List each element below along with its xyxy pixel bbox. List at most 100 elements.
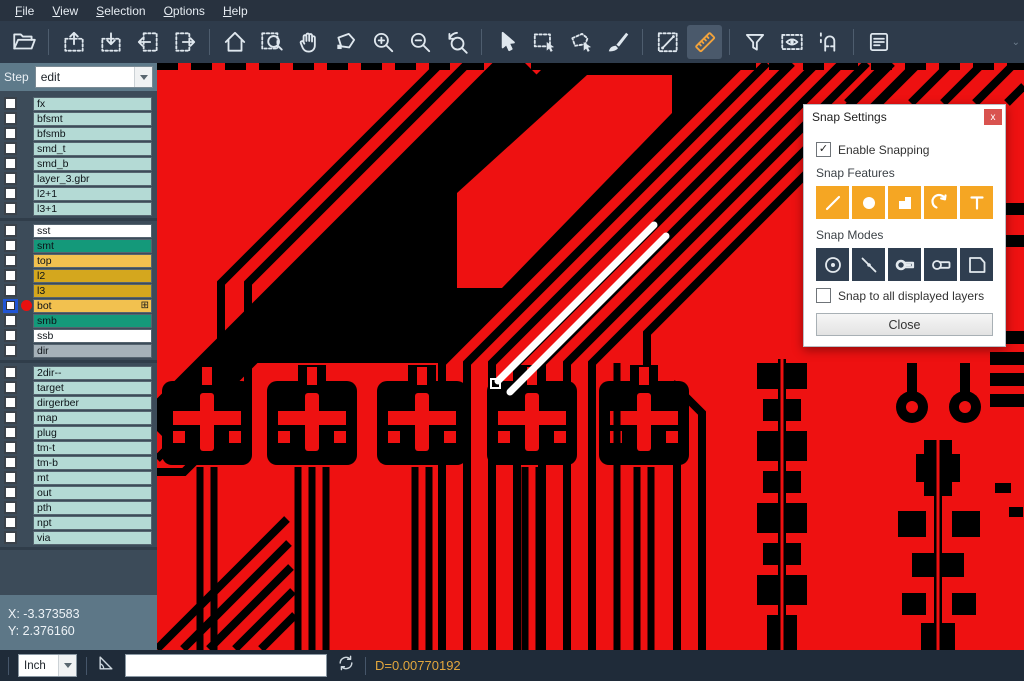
layer-name[interactable]: dirgerber [33,396,152,410]
measure-line-button[interactable] [650,25,685,59]
layer-name[interactable]: bfsmb [33,127,152,141]
layer-visibility-checkbox[interactable] [0,486,20,499]
import-up-button[interactable] [56,25,91,59]
paint-brush-button[interactable] [600,25,635,59]
layer-visibility-checkbox[interactable] [0,366,20,379]
layer-row-bfsmt[interactable]: bfsmt [0,111,157,126]
layer-row-l2[interactable]: l2 [0,268,157,283]
layer-row-tm-b[interactable]: tm-b [0,455,157,470]
layer-row-smd_t[interactable]: smd_t [0,141,157,156]
layer-row-dirgerber[interactable]: dirgerber [0,395,157,410]
layer-visibility-checkbox[interactable] [0,187,20,200]
layer-row-tm-t[interactable]: tm-t [0,440,157,455]
layer-name[interactable]: map [33,411,152,425]
layer-visibility-checkbox[interactable] [0,172,20,185]
layer-visibility-checkbox[interactable] [0,127,20,140]
layer-name[interactable]: smt [33,239,152,253]
layer-name[interactable]: 2dir-- [33,366,152,380]
snap-mode-slot-filled-button[interactable] [888,248,921,281]
layer-name[interactable]: sst [33,224,152,238]
layer-visibility-checkbox[interactable] [0,396,20,409]
layer-name[interactable]: bot⊞ [33,299,152,313]
snap-mode-closest-point-button[interactable] [852,248,885,281]
import-right-button[interactable] [167,25,202,59]
layer-name[interactable]: mt [33,471,152,485]
zoom-previous-button[interactable] [439,25,474,59]
filter-button[interactable] [737,25,772,59]
layer-row-ssb[interactable]: ssb [0,328,157,343]
layer-row-2dir--[interactable]: 2dir-- [0,365,157,380]
zoom-in-button[interactable] [365,25,400,59]
layer-row-pth[interactable]: pth [0,500,157,515]
sync-icon[interactable] [336,653,356,678]
snap-dialog-titlebar[interactable]: Snap Settings x [804,105,1005,129]
layer-visibility-checkbox[interactable] [0,97,20,110]
layer-row-mt[interactable]: mt [0,470,157,485]
snap-mode-contour-button[interactable] [960,248,993,281]
layer-visibility-checkbox[interactable] [0,112,20,125]
layer-name[interactable]: top [33,254,152,268]
menu-file[interactable]: File [6,2,43,20]
toolbar-overflow-chevron[interactable]: ⌄ [1012,37,1020,48]
layer-name[interactable]: via [33,531,152,545]
layer-row-target[interactable]: target [0,380,157,395]
layer-name[interactable]: npt [33,516,152,530]
layer-visibility-checkbox[interactable] [0,314,20,327]
layer-name[interactable]: smd_b [33,157,152,171]
view-eye-button[interactable] [774,25,809,59]
menu-selection[interactable]: Selection [87,2,154,20]
layer-row-dir[interactable]: dir [0,343,157,358]
unit-dropdown[interactable]: Inch [18,654,77,677]
menu-help[interactable]: Help [214,2,257,20]
layer-visibility-checkbox[interactable] [0,224,20,237]
layer-visibility-checkbox[interactable] [0,516,20,529]
layer-name[interactable]: fx [33,97,152,111]
layer-name[interactable]: l3 [33,284,152,298]
close-button[interactable]: Close [816,313,993,336]
layer-row-l3+1[interactable]: l3+1 [0,201,157,216]
layer-row-bfsmb[interactable]: bfsmb [0,126,157,141]
layer-visibility-checkbox[interactable] [0,329,20,342]
layer-visibility-checkbox[interactable] [0,441,20,454]
layer-row-plug[interactable]: plug [0,425,157,440]
select-rectangle-button[interactable] [526,25,561,59]
snap-mode-slot-outline-button[interactable] [924,248,957,281]
layer-row-via[interactable]: via [0,530,157,545]
layer-row-layer_3.gbr[interactable]: layer_3.gbr [0,171,157,186]
ruler-button[interactable] [687,25,722,59]
layer-visibility-checkbox[interactable] [0,239,20,252]
layer-name[interactable]: smb [33,314,152,328]
layer-visibility-checkbox[interactable] [0,202,20,215]
layer-visibility-checkbox[interactable] [0,456,20,469]
layer-visibility-checkbox[interactable] [0,381,20,394]
step-dropdown[interactable]: edit [35,66,153,88]
snap-feature-line-button[interactable] [816,186,849,219]
layer-name[interactable]: tm-b [33,456,152,470]
layer-visibility-checkbox[interactable] [0,284,20,297]
snap-mode-center-button[interactable] [816,248,849,281]
layer-visibility-checkbox[interactable] [0,531,20,544]
pcb-canvas[interactable]: Snap Settings x ✓ Enable Snapping Snap F… [157,63,1024,650]
layer-name[interactable]: plug [33,426,152,440]
layer-name[interactable]: target [33,381,152,395]
layer-name[interactable]: l3+1 [33,202,152,216]
menu-options[interactable]: Options [155,2,214,20]
layer-visibility-checkbox[interactable] [0,344,20,357]
home-view-button[interactable] [217,25,252,59]
close-icon[interactable]: x [984,109,1002,125]
snap-all-layers-row[interactable]: Snap to all displayed layers [816,288,993,303]
layer-row-top[interactable]: top [0,253,157,268]
snap-feature-text-button[interactable] [960,186,993,219]
snap-feature-arc-button[interactable] [924,186,957,219]
layer-visibility-checkbox[interactable] [0,426,20,439]
zoom-out-button[interactable] [402,25,437,59]
enable-snapping-checkbox[interactable]: ✓ [816,142,831,157]
select-cursor-button[interactable] [489,25,524,59]
layer-visibility-checkbox[interactable] [0,471,20,484]
layer-row-sst[interactable]: sst [0,223,157,238]
layer-visibility-checkbox[interactable] [0,299,20,313]
layer-row-fx[interactable]: fx [0,96,157,111]
layer-visibility-checkbox[interactable] [0,142,20,155]
snap-all-layers-checkbox[interactable] [816,288,831,303]
menu-view[interactable]: View [43,2,87,20]
